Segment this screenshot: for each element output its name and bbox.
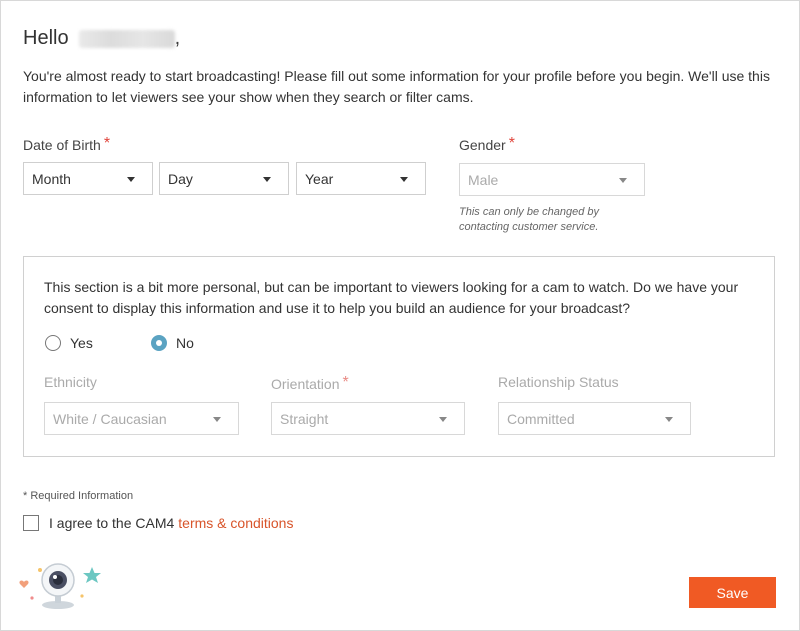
relationship-label: Relationship Status [498,374,619,390]
chevron-down-icon [665,417,673,422]
ethnicity-select[interactable]: White / Caucasian [44,402,239,435]
greeting: Hello , [23,27,180,50]
chevron-down-icon [213,417,221,422]
intro-text: You're almost ready to start broadcastin… [23,68,770,105]
required-star: * [342,374,349,391]
chevron-down-icon [263,177,271,182]
dob-day-select[interactable]: Day [159,162,289,195]
consent-no-radio[interactable]: No [151,335,194,351]
ethnicity-label: Ethnicity [44,374,97,390]
gender-hint: This can only be changed by contacting c… [459,206,600,233]
terms-prefix: I agree to the CAM4 [49,515,175,531]
gender-select[interactable]: Male [459,163,645,196]
dob-label: Date of Birth * [23,135,111,153]
terms-link[interactable]: terms & conditions [178,515,293,531]
orientation-select[interactable]: Straight [271,402,465,435]
webcam-mascot-icon [19,563,101,609]
orientation-label: Orientation * [271,374,349,392]
relationship-select[interactable]: Committed [498,402,691,435]
terms-checkbox[interactable] [23,515,39,531]
radio-checked-icon [151,335,167,351]
greeting-comma: , [174,27,181,49]
terms-agreement: I agree to the CAM4 terms & conditions [23,515,293,531]
chevron-down-icon [127,177,135,182]
chevron-down-icon [619,178,627,183]
save-button[interactable]: Save [689,577,776,608]
chevron-down-icon [400,177,408,182]
dob-month-select[interactable]: Month [23,162,153,195]
consent-yes-radio[interactable]: Yes [45,335,93,351]
gender-label: Gender * [459,135,515,153]
consent-text: This section is a bit more personal, but… [44,279,739,316]
required-star: * [103,135,111,152]
dob-year-select[interactable]: Year [296,162,426,195]
required-star: * [508,135,515,152]
required-info-note: * Required Information [23,490,134,502]
radio-unchecked-icon [45,335,61,351]
greeting-hello: Hello [23,27,69,49]
chevron-down-icon [439,417,447,422]
blurred-username [78,29,175,48]
